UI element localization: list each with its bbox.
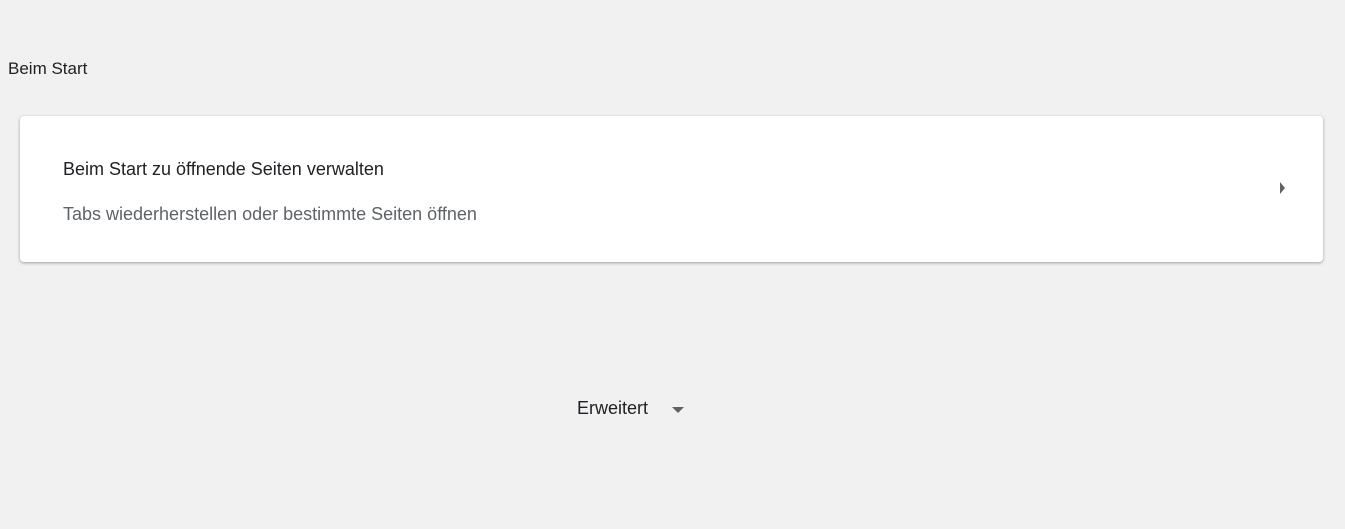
section-title-on-startup: Beim Start (8, 59, 88, 78)
arrow-down-icon[interactable] (672, 406, 685, 413)
advanced-label: Erweitert (577, 398, 649, 418)
manage-startup-pages-description: Tabs wiederherstellen oder bestimmte Sei… (63, 204, 477, 224)
settings-page: Beim Start Beim Start zu öffnende Seiten… (0, 0, 1345, 529)
manage-startup-pages-label: Beim Start zu öffnende Seiten verwalten (63, 159, 384, 179)
advanced-settings-toggle[interactable]: Erweitert (577, 398, 685, 419)
manage-startup-pages-card[interactable]: Beim Start zu öffnende Seiten verwalten … (20, 116, 1323, 262)
arrow-right-icon[interactable] (1280, 182, 1285, 194)
